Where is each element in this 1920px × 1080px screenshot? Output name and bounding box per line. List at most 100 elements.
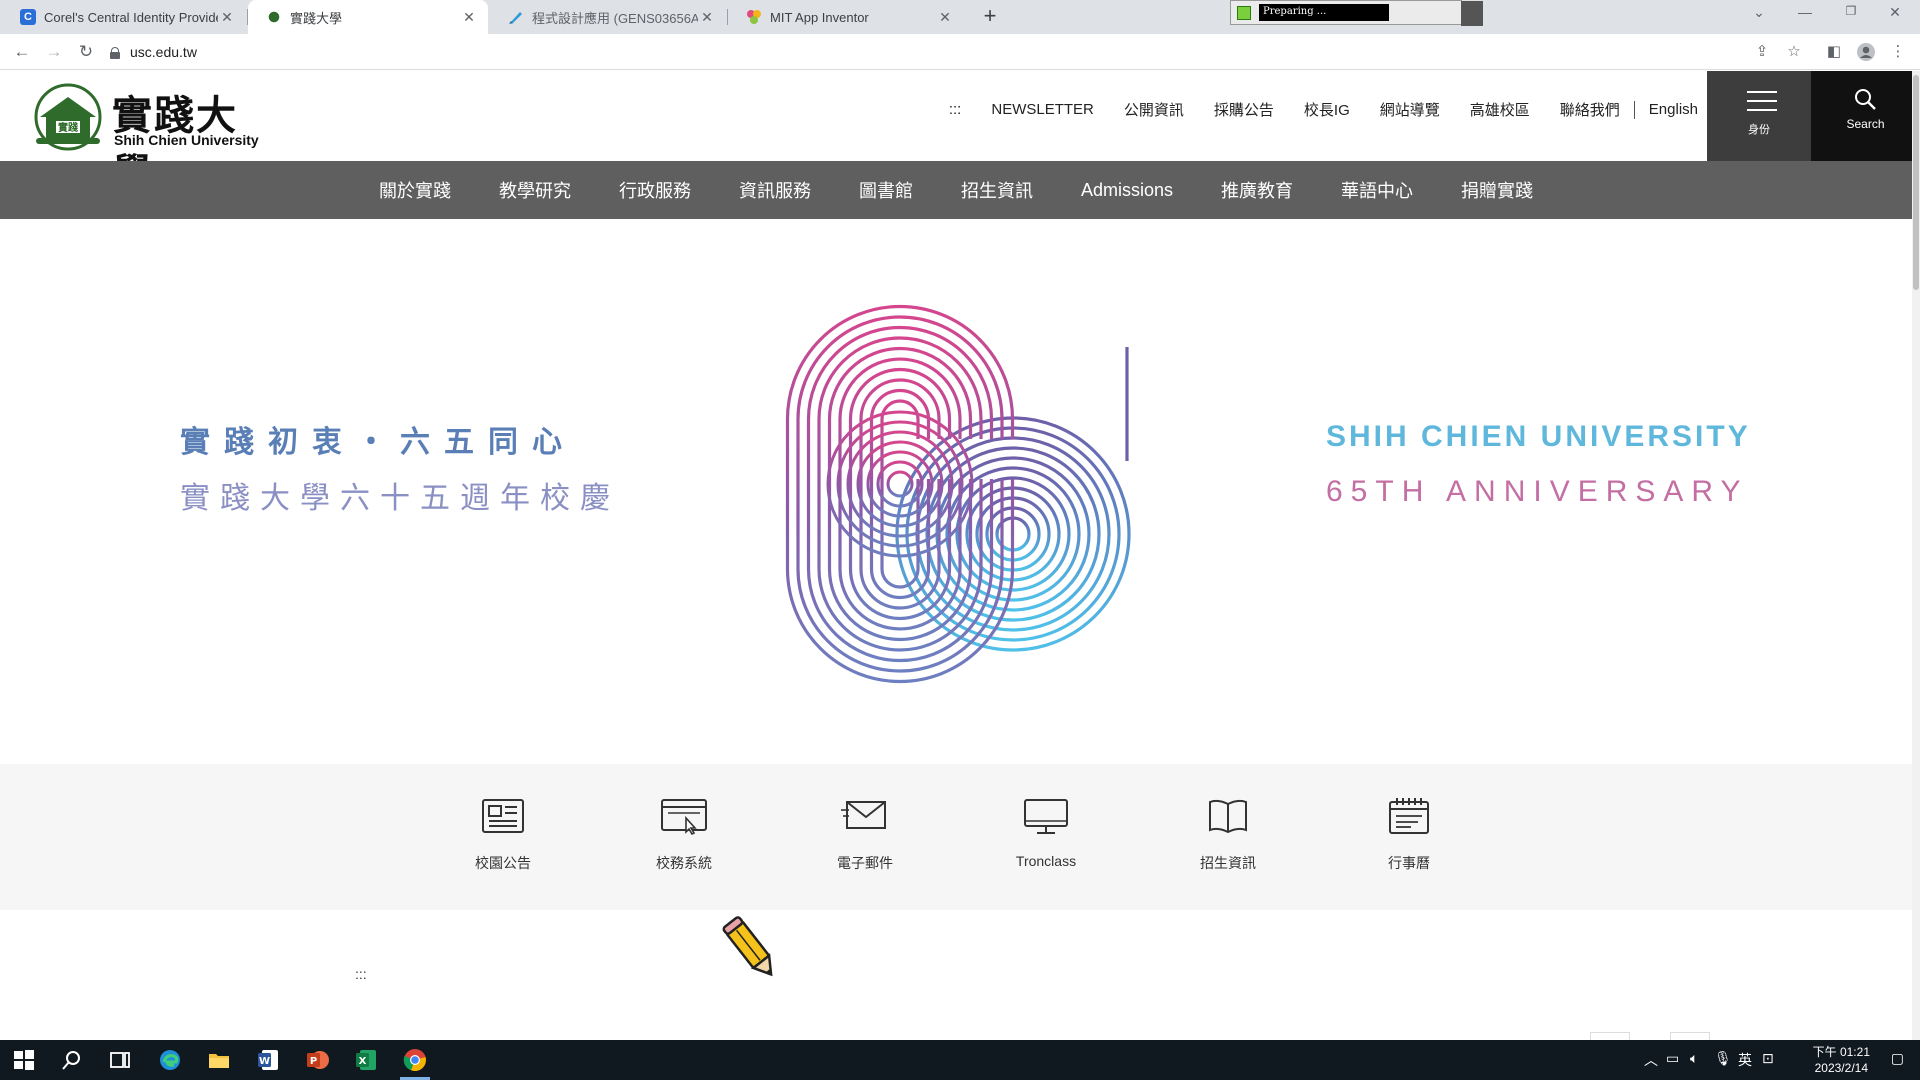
tab-search-chevron-icon[interactable]: ⌄ bbox=[1744, 4, 1774, 21]
search-icon[interactable] bbox=[60, 1048, 84, 1072]
forward-button[interactable]: → bbox=[42, 40, 66, 64]
back-button[interactable]: ← bbox=[10, 40, 34, 64]
utility-link-kaohsiung[interactable]: 高雄校區 bbox=[1470, 99, 1530, 120]
address-bar[interactable]: usc.edu.tw bbox=[110, 39, 1750, 65]
taskbar-clock[interactable]: 下午 01:21 2023/2/14 bbox=[1813, 1044, 1870, 1076]
english-link[interactable]: English bbox=[1649, 101, 1698, 118]
reload-button[interactable]: ↻ bbox=[74, 40, 98, 64]
quick-link-tronclass[interactable]: Tronclass bbox=[986, 796, 1106, 869]
word-icon[interactable]: W bbox=[256, 1048, 280, 1072]
start-icon[interactable] bbox=[12, 1048, 36, 1072]
university-emblem-icon: 實踐 bbox=[34, 83, 102, 151]
edge-icon[interactable] bbox=[158, 1048, 182, 1072]
close-tab-icon[interactable]: ✕ bbox=[460, 9, 478, 26]
utility-link-sitemap[interactable]: 網站導覽 bbox=[1380, 99, 1440, 120]
search-icon bbox=[1855, 89, 1876, 110]
utility-link-accesskey[interactable]: ::: bbox=[949, 101, 962, 118]
utility-link-procurement[interactable]: 採購公告 bbox=[1214, 99, 1274, 120]
svg-text:W: W bbox=[259, 1056, 270, 1067]
close-tab-icon[interactable]: ✕ bbox=[218, 9, 236, 26]
search-button[interactable]: Search bbox=[1811, 71, 1920, 161]
nav-teaching-research[interactable]: 教學研究 bbox=[499, 177, 571, 203]
utility-link-president-ig[interactable]: 校長IG bbox=[1304, 99, 1350, 120]
hero-chinese-subtitle: 實踐大學六十五週年校慶 bbox=[180, 482, 620, 515]
utility-link-public-info[interactable]: 公開資訊 bbox=[1124, 99, 1184, 120]
university-logo[interactable]: 實踐 實踐大學 Shih Chien University bbox=[32, 83, 272, 197]
status-square-icon bbox=[1237, 6, 1251, 20]
hero-chinese-slogan: 實踐初衷・六五同心 bbox=[180, 426, 576, 459]
minimize-button[interactable]: — bbox=[1790, 4, 1820, 20]
bookmark-star-icon[interactable]: ☆ bbox=[1784, 42, 1804, 62]
identity-label: 身份 bbox=[1748, 124, 1770, 136]
quick-link-admissions-info[interactable]: 招生資訊 bbox=[1168, 796, 1288, 873]
utility-link-newsletter[interactable]: NEWSLETTER bbox=[991, 101, 1094, 118]
hero-banner[interactable]: 實踐初衷・六五同心 實踐大學六十五週年校慶 SHIH CHIEN UNIVERS… bbox=[0, 219, 1912, 764]
browser-tab-strip: C Corel's Central Identity Provide ✕ 實踐大… bbox=[0, 0, 1920, 34]
accesskey-marker[interactable]: ::: bbox=[355, 966, 367, 982]
nav-donate[interactable]: 捐贈實踐 bbox=[1461, 177, 1533, 203]
lower-content: ::: bbox=[0, 910, 1912, 1040]
nav-library[interactable]: 圖書館 bbox=[859, 177, 913, 203]
chrome-menu-icon[interactable]: ⋮ bbox=[1888, 42, 1908, 62]
app-inventor-favicon-icon bbox=[746, 9, 762, 25]
page-scrollbar[interactable] bbox=[1912, 71, 1920, 1040]
nav-enrollment[interactable]: 招生資訊 bbox=[961, 177, 1033, 203]
quick-link-school-system[interactable]: 校務系統 bbox=[624, 796, 744, 873]
clock-time: 下午 01:21 bbox=[1812, 1045, 1870, 1059]
slider-control[interactable] bbox=[1590, 1032, 1630, 1040]
file-explorer-icon[interactable] bbox=[207, 1048, 231, 1072]
browser-toolbar: ← → ↻ usc.edu.tw ⇪ ☆ ◧ ⋮ bbox=[0, 34, 1920, 70]
newspaper-icon bbox=[482, 799, 524, 833]
site-header: 實踐 實踐大學 Shih Chien University ::: NEWSLE… bbox=[0, 71, 1920, 197]
tab-course[interactable]: 程式設計應用 (GENS03656A1) - ✕ bbox=[490, 0, 726, 34]
close-tab-icon[interactable]: ✕ bbox=[936, 9, 954, 26]
restore-button[interactable]: ❐ bbox=[1836, 4, 1866, 18]
quick-link-campus-news[interactable]: 校園公告 bbox=[443, 796, 563, 873]
slider-control[interactable] bbox=[1670, 1032, 1710, 1040]
corel-favicon-icon: C bbox=[20, 9, 36, 25]
task-view-icon[interactable] bbox=[108, 1048, 132, 1072]
pencil-cursor-icon bbox=[722, 916, 773, 977]
tab-app-inventor[interactable]: MIT App Inventor ✕ bbox=[728, 0, 964, 34]
network-icon[interactable]: ▭ bbox=[1666, 1050, 1679, 1067]
volume-icon[interactable]: 🔈︎ bbox=[1690, 1050, 1698, 1067]
microphone-icon[interactable]: 🎙︎ bbox=[1714, 1050, 1732, 1067]
logo-english-name: Shih Chien University bbox=[114, 132, 259, 148]
nav-about[interactable]: 關於實踐 bbox=[379, 177, 451, 203]
quick-link-calendar[interactable]: 行事曆 bbox=[1349, 796, 1469, 873]
tab-usc[interactable]: 實踐大學 ✕ bbox=[248, 0, 488, 34]
excel-icon[interactable]: X bbox=[354, 1048, 378, 1072]
pen-favicon-icon bbox=[508, 9, 524, 25]
share-icon[interactable]: ⇪ bbox=[1752, 42, 1772, 62]
nav-chinese-center[interactable]: 華語中心 bbox=[1341, 177, 1413, 203]
main-nav: 關於實踐 教學研究 行政服務 資訊服務 圖書館 招生資訊 Admissions … bbox=[0, 161, 1912, 219]
usc-favicon-icon bbox=[266, 9, 282, 25]
powerpoint-icon[interactable]: P bbox=[305, 1048, 329, 1072]
close-window-button[interactable]: ✕ bbox=[1880, 4, 1910, 21]
hero-english-title: SHIH CHIEN UNIVERSITY bbox=[1326, 420, 1751, 453]
identity-menu-button[interactable]: 身份 bbox=[1707, 71, 1811, 161]
quick-link-email[interactable]: 電子郵件 bbox=[805, 796, 925, 873]
ime-indicator[interactable]: 英 bbox=[1738, 1050, 1752, 1070]
notification-center-icon[interactable]: ▢ bbox=[1891, 1050, 1904, 1067]
nav-admissions[interactable]: Admissions bbox=[1081, 180, 1173, 201]
nav-admin-services[interactable]: 行政服務 bbox=[619, 177, 691, 203]
new-tab-button[interactable]: + bbox=[978, 5, 1002, 29]
monitor-icon bbox=[1024, 799, 1068, 834]
profile-avatar-icon[interactable] bbox=[1856, 42, 1876, 62]
utility-link-contact[interactable]: 聯絡我們 bbox=[1560, 99, 1620, 120]
calendar-icon bbox=[1389, 798, 1429, 834]
show-hidden-icons-chevron-icon[interactable]: ︿ bbox=[1644, 1050, 1658, 1070]
url-text: usc.edu.tw bbox=[130, 44, 197, 60]
nav-extension-education[interactable]: 推廣教育 bbox=[1221, 177, 1293, 203]
ime-mode-icon[interactable]: ⊡ bbox=[1762, 1050, 1774, 1067]
chrome-icon[interactable] bbox=[403, 1048, 427, 1072]
side-panel-icon[interactable]: ◧ bbox=[1824, 42, 1844, 62]
envelope-icon bbox=[841, 801, 886, 829]
tab-corel[interactable]: C Corel's Central Identity Provide ✕ bbox=[2, 0, 246, 34]
divider bbox=[1633, 100, 1635, 119]
close-tab-icon[interactable]: ✕ bbox=[698, 9, 716, 26]
download-status-text: Preparing ... bbox=[1259, 4, 1389, 21]
nav-it-services[interactable]: 資訊服務 bbox=[739, 177, 811, 203]
scrollbar-thumb[interactable] bbox=[1913, 75, 1919, 290]
